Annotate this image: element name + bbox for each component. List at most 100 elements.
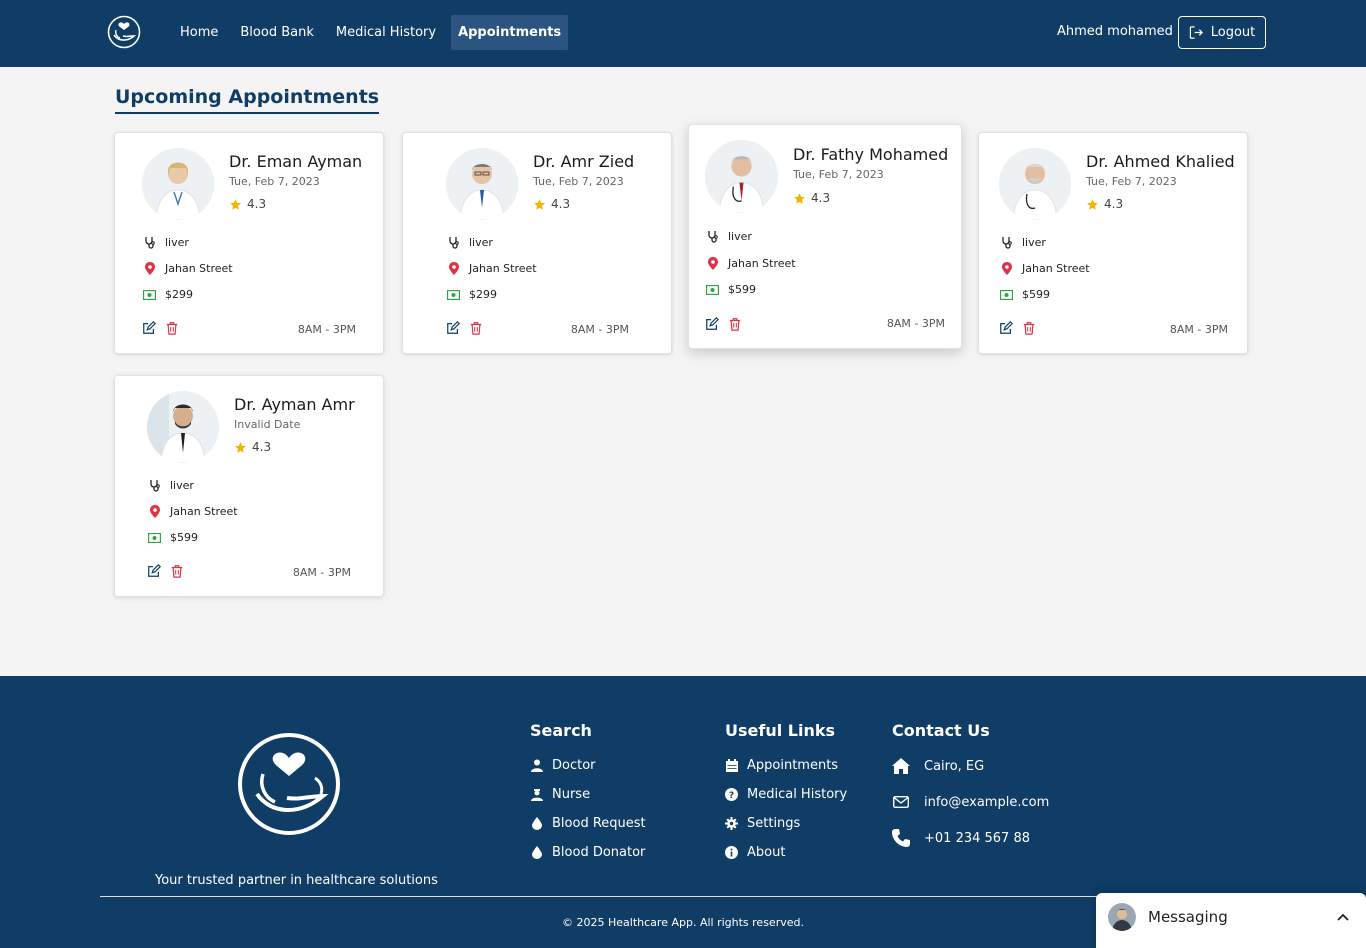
appointment-card[interactable]: Dr. Ayman Amr Invalid Date 4.3 liver Jah… — [114, 375, 384, 597]
nav-appointments[interactable]: Appointments — [451, 15, 569, 50]
appointment-card[interactable]: Dr. Fathy Mohamed Tue, Feb 7, 2023 4.3 l… — [688, 124, 962, 349]
price-row: $299 — [143, 288, 193, 301]
delete-icon[interactable] — [728, 317, 742, 331]
card-actions — [446, 321, 483, 335]
location-pin-icon — [706, 257, 719, 270]
doctor-avatar — [142, 148, 214, 220]
footer-link-blood-donator[interactable]: Blood Donator — [530, 845, 645, 860]
location-row: Jahan Street — [143, 262, 233, 275]
footer-link-label: Doctor — [552, 758, 596, 773]
star-icon — [1087, 198, 1098, 210]
doctor-avatar — [147, 391, 219, 463]
location-text: Jahan Street — [170, 505, 238, 518]
calendar-icon — [725, 759, 738, 772]
gear-icon — [725, 817, 738, 830]
home-icon — [892, 757, 910, 775]
location-row: Jahan Street — [148, 505, 238, 518]
edit-icon[interactable] — [705, 317, 719, 331]
edit-icon[interactable] — [999, 321, 1013, 335]
edit-icon[interactable] — [142, 321, 156, 335]
delete-icon[interactable] — [469, 321, 483, 335]
doctor-rating: 4.3 — [533, 197, 570, 211]
search-column-title: Search — [530, 721, 592, 740]
contact-column-title: Contact Us — [892, 721, 990, 740]
appointment-card[interactable]: Dr. Eman Ayman Tue, Feb 7, 2023 4.3 live… — [114, 132, 384, 354]
card-actions — [705, 317, 742, 331]
appointment-card[interactable]: Dr. Amr Zied Tue, Feb 7, 2023 4.3 liver … — [402, 132, 672, 354]
logout-button[interactable]: Logout — [1178, 16, 1266, 49]
rating-value: 4.3 — [811, 191, 831, 205]
footer-link-doctor[interactable]: Doctor — [530, 758, 596, 773]
footer-link-blood-request[interactable]: Blood Request — [530, 816, 646, 831]
doctor-avatar — [446, 148, 518, 220]
delete-icon[interactable] — [1022, 321, 1036, 335]
card-actions — [999, 321, 1036, 335]
delete-icon[interactable] — [165, 321, 179, 335]
nav-home[interactable]: Home — [173, 15, 225, 50]
location-pin-icon — [143, 262, 156, 275]
footer-divider — [100, 896, 1266, 897]
star-icon — [235, 441, 246, 453]
star-icon — [534, 198, 545, 210]
contact-email[interactable]: info@example.com — [892, 793, 1049, 811]
edit-icon[interactable] — [446, 321, 460, 335]
envelope-icon — [892, 793, 910, 811]
price-text: $599 — [1022, 288, 1050, 301]
price-text: $599 — [170, 531, 198, 544]
working-hours: 8AM - 3PM — [1169, 323, 1228, 336]
user-name: Ahmed mohamed — [1057, 24, 1173, 39]
footer-link-label: About — [747, 845, 786, 860]
doctor-rating: 4.3 — [234, 440, 271, 454]
appointment-date: Tue, Feb 7, 2023 — [793, 168, 884, 181]
footer-link-settings[interactable]: Settings — [725, 816, 800, 831]
messaging-widget[interactable]: Messaging — [1096, 893, 1366, 948]
contact-text: Cairo, EG — [924, 758, 985, 774]
doctor-rating: 4.3 — [1086, 197, 1123, 211]
location-row: Jahan Street — [447, 262, 537, 275]
footer-link-label: Nurse — [552, 787, 591, 802]
location-row: Jahan Street — [1000, 262, 1090, 275]
stethoscope-icon — [447, 236, 460, 249]
money-icon — [1000, 288, 1013, 301]
appointment-card[interactable]: Dr. Ahmed Khalied Tue, Feb 7, 2023 4.3 l… — [978, 132, 1248, 354]
price-row: $299 — [447, 288, 497, 301]
card-actions — [142, 321, 179, 335]
delete-icon[interactable] — [170, 564, 184, 578]
money-icon — [143, 288, 156, 301]
contact-phone[interactable]: +01 234 567 88 — [892, 829, 1030, 847]
specialty-text: liver — [728, 230, 752, 243]
money-icon — [706, 283, 719, 296]
nav-medical-history[interactable]: Medical History — [329, 15, 443, 50]
doctor-rating: 4.3 — [229, 197, 266, 211]
specialty-row: liver — [706, 230, 752, 243]
footer-link-about[interactable]: About — [725, 845, 785, 860]
footer-tagline: Your trusted partner in healthcare solut… — [155, 873, 438, 888]
specialty-row: liver — [143, 236, 189, 249]
footer-link-medical-history[interactable]: ? Medical History — [725, 787, 847, 802]
info-circle-icon — [725, 846, 738, 859]
working-hours: 8AM - 3PM — [886, 317, 945, 330]
top-navbar: Home Blood Bank Medical History Appointm… — [0, 0, 1366, 67]
chevron-up-icon[interactable] — [1336, 911, 1350, 925]
droplet-icon — [530, 817, 543, 830]
nav-blood-bank[interactable]: Blood Bank — [233, 15, 320, 50]
doctor-name: Dr. Ahmed Khalied — [1086, 152, 1235, 171]
card-actions — [147, 564, 184, 578]
droplet-icon — [530, 846, 543, 859]
money-icon — [148, 531, 161, 544]
location-text: Jahan Street — [728, 257, 796, 270]
rating-value: 4.3 — [247, 197, 267, 211]
price-row: $599 — [1000, 288, 1050, 301]
appointment-date: Tue, Feb 7, 2023 — [1086, 175, 1177, 188]
footer-logo-icon — [238, 733, 340, 835]
location-pin-icon — [148, 505, 161, 518]
footer-link-label: Settings — [747, 816, 801, 831]
footer-link-nurse[interactable]: Nurse — [530, 787, 590, 802]
footer-link-appointments[interactable]: Appointments — [725, 758, 838, 773]
edit-icon[interactable] — [147, 564, 161, 578]
logout-label: Logout — [1210, 25, 1256, 40]
app-logo-icon[interactable] — [107, 15, 141, 49]
user-nurse-icon — [530, 788, 543, 801]
stethoscope-icon — [143, 236, 156, 249]
svg-text:?: ? — [729, 791, 734, 801]
